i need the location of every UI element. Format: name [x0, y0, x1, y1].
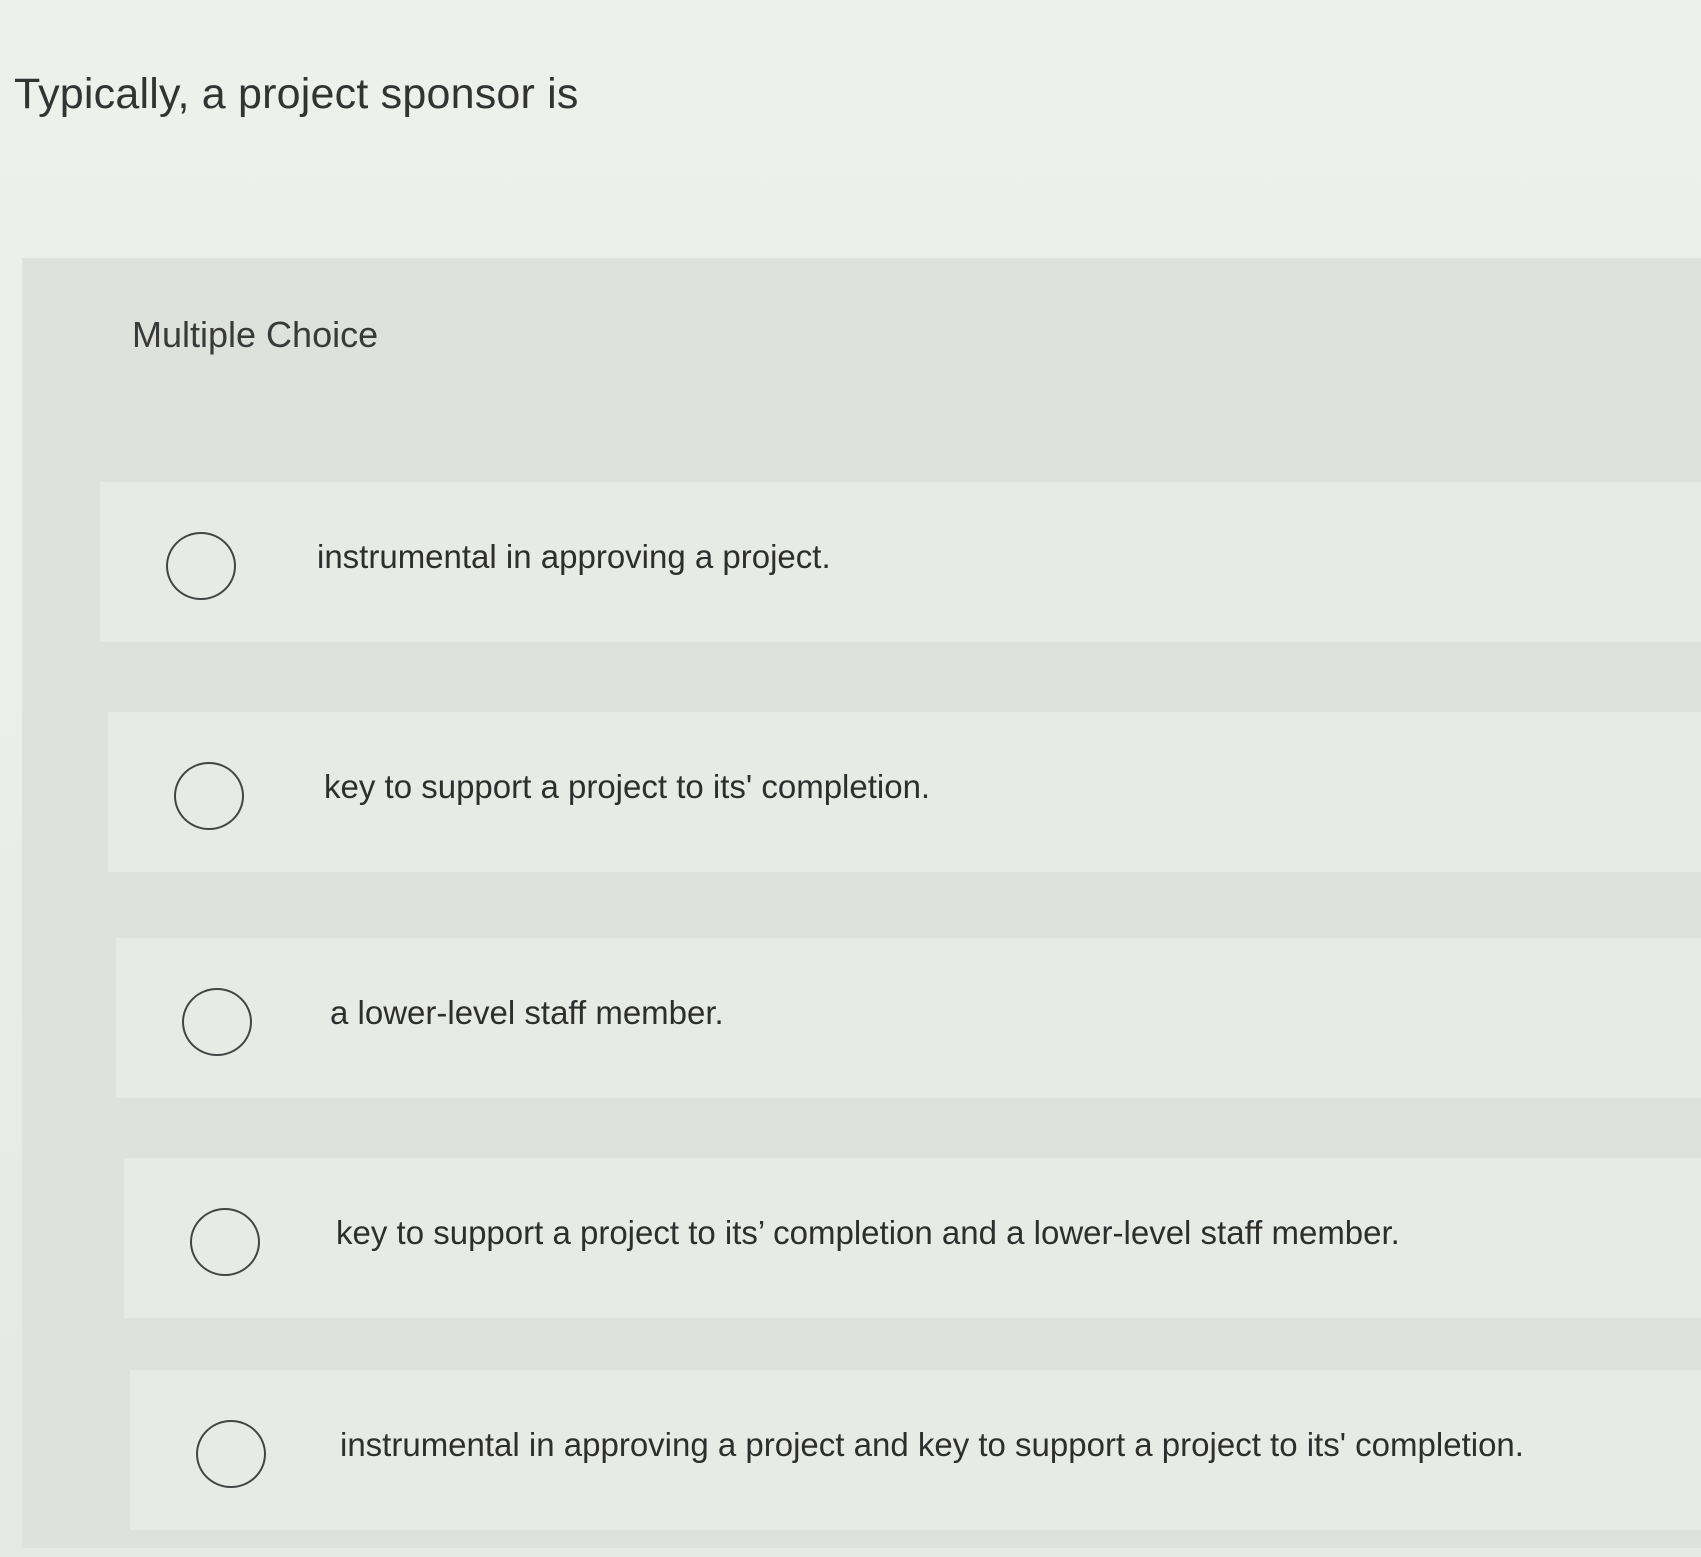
radio-button-icon[interactable]	[196, 1420, 266, 1488]
answer-option-1[interactable]: instrumental in approving a project.	[100, 482, 1701, 642]
radio-button-icon[interactable]	[182, 988, 252, 1056]
radio-button-icon[interactable]	[190, 1208, 260, 1276]
answer-panel: Multiple Choice	[22, 258, 1701, 1548]
answer-option-label: instrumental in approving a project and …	[340, 1426, 1524, 1463]
radio-button-icon[interactable]	[174, 762, 244, 830]
answer-option-label: a lower-level staff member.	[330, 994, 724, 1031]
answer-option-label: key to support a project to its’ complet…	[336, 1214, 1400, 1251]
answer-option-2[interactable]: key to support a project to its' complet…	[108, 712, 1701, 872]
answer-option-label: instrumental in approving a project.	[317, 538, 831, 575]
answer-option-3[interactable]: a lower-level staff member.	[116, 938, 1701, 1098]
radio-button-icon[interactable]	[166, 532, 236, 600]
answer-option-5[interactable]: instrumental in approving a project and …	[130, 1370, 1701, 1530]
question-type-label: Multiple Choice	[132, 314, 379, 355]
question-text: Typically, a project sponsor is	[14, 70, 579, 118]
answer-option-4[interactable]: key to support a project to its’ complet…	[124, 1158, 1701, 1318]
answer-option-label: key to support a project to its' complet…	[324, 768, 931, 805]
